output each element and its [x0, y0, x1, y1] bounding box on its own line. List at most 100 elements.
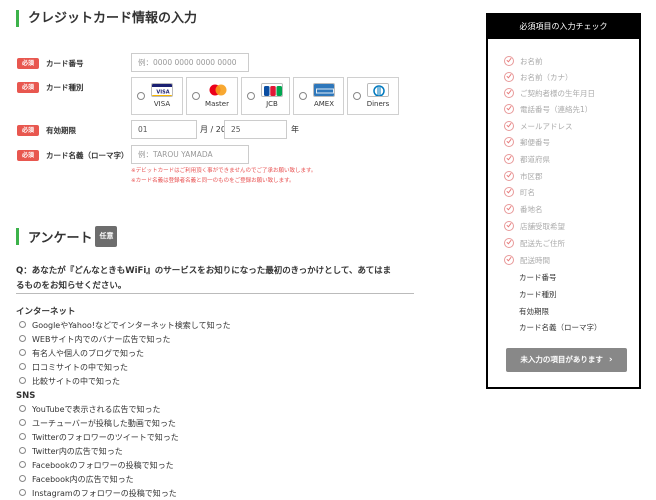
survey-section-title: アンケート 任意 [16, 226, 118, 247]
option-label: GoogleやYahoo!などでインターネット検索して知った [32, 321, 231, 330]
card-option-amex[interactable]: AMEX [293, 77, 344, 115]
option-checkbox[interactable] [19, 447, 26, 454]
option-label: Twitter内の広告で知った [32, 447, 123, 456]
card-option-diners[interactable]: Diners [347, 77, 399, 115]
card-radio[interactable] [353, 92, 361, 100]
survey-option[interactable]: Facebook内の広告で知った [19, 474, 134, 486]
survey-option[interactable]: Facebookのフォロワーの投稿で知った [19, 460, 174, 472]
required-badge: 必須 [17, 125, 39, 136]
completed-item: 郵便番号 [504, 136, 550, 150]
option-checkbox[interactable] [19, 489, 26, 496]
card-option-visa[interactable]: VISA VISA [131, 77, 183, 115]
option-checkbox[interactable] [19, 363, 26, 370]
svg-text:VISA: VISA [156, 90, 169, 96]
card-number-label: カード番号 [46, 59, 84, 68]
option-label: YouTubeで表示される広告で知った [32, 405, 161, 414]
option-checkbox[interactable] [19, 405, 26, 412]
completed-item: メールアドレス [504, 120, 573, 134]
required-badge: 必須 [17, 150, 39, 161]
check-icon [504, 88, 514, 98]
question-line: るものをお知らせください。 [16, 281, 127, 291]
survey-option[interactable]: GoogleやYahoo!などでインターネット検索して知った [19, 320, 231, 332]
survey-option[interactable]: 有名人や個人のブログで知った [19, 348, 144, 360]
survey-option[interactable]: 口コミサイトの中で知った [19, 362, 128, 374]
survey-option[interactable]: Twitter内の広告で知った [19, 446, 123, 458]
card-name: AMEX [313, 100, 335, 108]
option-label: WEBサイト内でのバナー広告で知った [32, 335, 171, 344]
survey-option[interactable]: WEBサイト内でのバナー広告で知った [19, 334, 170, 346]
diners-logo-icon [367, 83, 389, 97]
completed-label: メールアドレス [520, 122, 573, 131]
check-icon [504, 221, 514, 231]
pending-item: カード番号 [519, 273, 557, 282]
completed-item: 町名 [504, 186, 535, 200]
option-checkbox[interactable] [19, 419, 26, 426]
option-checkbox[interactable] [19, 461, 26, 468]
jcb-logo-icon [261, 83, 283, 97]
option-checkbox[interactable] [19, 349, 26, 356]
survey-title-text: アンケート [28, 231, 93, 246]
panel-title: 必須項目の入力チェック [488, 15, 639, 39]
completed-item: 電話番号（連絡先1） [504, 103, 592, 117]
chevron-right-icon: › [608, 355, 613, 365]
option-checkbox[interactable] [19, 377, 26, 384]
button-label: 未入力の項目があります [520, 355, 603, 364]
completed-item: 店舗受取希望 [504, 220, 565, 234]
check-icon [504, 137, 514, 147]
option-checkbox[interactable] [19, 475, 26, 482]
survey-option[interactable]: Twitterのフォロワーのツイートで知った [19, 432, 179, 444]
mastercard-logo-icon [207, 83, 229, 97]
pending-item: 有効期限 [519, 307, 549, 316]
completed-label: 市区郡 [520, 172, 543, 181]
survey-option[interactable]: 比較サイトの中で知った [19, 376, 120, 388]
group-title-internet: インターネット [16, 307, 76, 317]
completed-label: 電話番号（連絡先1） [520, 105, 593, 114]
survey-option[interactable]: ユーチューバーが投稿した動画で知った [19, 418, 176, 430]
survey-option[interactable]: YouTubeで表示される広告で知った [19, 404, 161, 416]
card-option-jcb[interactable]: JCB [241, 77, 290, 115]
option-checkbox[interactable] [19, 335, 26, 342]
survey-question: Q：あなたが『どんなときもWiFi』のサービスをお知りになった最初のきっかけとし… [16, 264, 416, 294]
card-number-input[interactable] [131, 53, 249, 72]
card-name: VISA [153, 100, 171, 108]
expiry-separator: 月 / 20 [200, 125, 226, 134]
optional-badge: 任意 [95, 226, 118, 247]
option-checkbox[interactable] [19, 433, 26, 440]
completed-label: 店舗受取希望 [520, 222, 565, 231]
option-checkbox[interactable] [19, 321, 26, 328]
completed-label: 番地名 [520, 205, 543, 214]
card-notes: ※デビットカードはご利用頂く事ができませんのでご了承お願い致します。 ※カード名… [131, 166, 316, 186]
card-radio[interactable] [299, 92, 307, 100]
card-radio[interactable] [137, 92, 145, 100]
completed-label: 配送先ご住所 [520, 239, 565, 248]
completed-label: 郵便番号 [520, 138, 550, 147]
group-title-sns: SNS [16, 391, 36, 401]
check-icon [504, 204, 514, 214]
pending-item: カード種別 [519, 290, 557, 299]
expiry-month-input[interactable] [131, 120, 197, 139]
card-name: JCB [266, 100, 278, 108]
card-radio[interactable] [192, 92, 200, 100]
completed-item: 番地名 [504, 203, 543, 217]
amex-logo-icon [313, 83, 335, 97]
check-icon [504, 121, 514, 131]
check-icon [504, 104, 514, 114]
completed-item: 配送先ご住所 [504, 237, 565, 251]
main-content: クレジットカード情報の入力 必須 カード番号 必須 カード種別 VISA VIS… [0, 0, 470, 500]
check-icon [504, 171, 514, 181]
completed-item: 都道府県 [504, 153, 550, 167]
completed-item: お名前（カナ） [504, 71, 573, 85]
card-radio[interactable] [247, 92, 255, 100]
expiry-label: 有効期限 [46, 126, 76, 135]
survey-option[interactable]: Instagramのフォロワーの投稿で知った [19, 488, 177, 500]
check-icon [504, 187, 514, 197]
card-holder-input[interactable] [131, 145, 249, 164]
completed-label: お名前 [520, 57, 543, 66]
incomplete-items-button[interactable]: 未入力の項目があります › [506, 348, 627, 372]
completed-label: ご契約者様の生年月日 [520, 89, 595, 98]
completed-label: 町名 [520, 188, 535, 197]
card-option-master[interactable]: Master [186, 77, 238, 115]
option-label: Facebook内の広告で知った [32, 475, 134, 484]
card-type-label: カード種別 [46, 83, 84, 92]
expiry-year-input[interactable] [224, 120, 287, 139]
